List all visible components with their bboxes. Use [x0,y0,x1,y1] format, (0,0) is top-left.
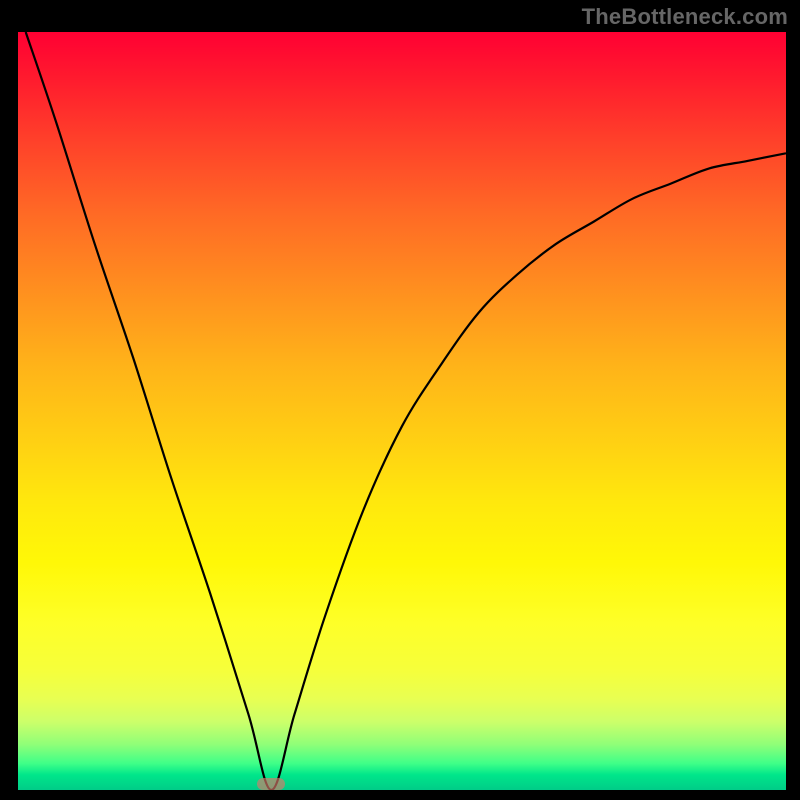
bottleneck-curve [18,32,786,790]
chart-frame: TheBottleneck.com [0,0,800,800]
bottleneck-marker [257,778,285,790]
curve-path [26,32,786,790]
plot-area [18,32,786,790]
watermark-label: TheBottleneck.com [582,4,788,30]
